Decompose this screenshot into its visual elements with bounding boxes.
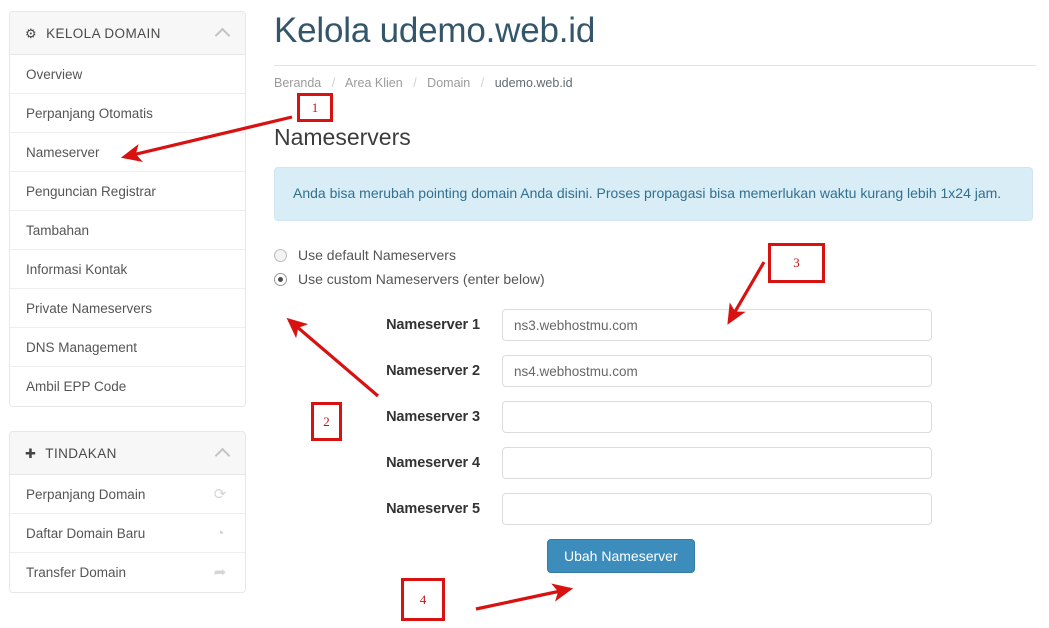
breadcrumb-separator: / bbox=[480, 75, 485, 90]
form-submit-row: Ubah Nameserver bbox=[274, 539, 1036, 574]
annotation-box-label: 4 bbox=[419, 591, 427, 607]
form-row-nameserver-3: Nameserver 3 bbox=[274, 401, 1036, 434]
sidebar-item-label: Nameserver bbox=[26, 144, 100, 160]
form-row-nameserver-4: Nameserver 4 bbox=[274, 447, 1036, 480]
input-nameserver-2[interactable] bbox=[502, 355, 932, 388]
panel-kelola-domain: ⚙ KELOLA DOMAIN Overview Perpanjang Otom… bbox=[9, 11, 246, 407]
form-row-nameserver-1: Nameserver 1 bbox=[274, 309, 1036, 342]
input-nameserver-4[interactable] bbox=[502, 447, 932, 480]
breadcrumb-separator: / bbox=[331, 75, 336, 90]
panel-tindakan: ✚ TINDAKAN Perpanjang Domain ⟳ Daftar Do… bbox=[9, 431, 246, 593]
input-nameserver-5[interactable] bbox=[502, 493, 932, 526]
sidebar-item-tambahan[interactable]: Tambahan bbox=[10, 211, 245, 250]
radio-label: Use custom Nameservers (enter below) bbox=[298, 271, 545, 288]
plus-icon: ✚ bbox=[25, 445, 37, 461]
sidebar-item-dns-management[interactable]: DNS Management bbox=[10, 328, 245, 367]
chevron-up-icon[interactable] bbox=[214, 27, 231, 43]
sidebar-item-private-nameservers[interactable]: Private Nameservers bbox=[10, 289, 245, 328]
form-row-nameserver-2: Nameserver 2 bbox=[274, 355, 1036, 388]
label-nameserver-1: Nameserver 1 bbox=[386, 317, 480, 334]
radio-use-default-nameservers[interactable]: Use default Nameservers bbox=[274, 247, 1036, 263]
breadcrumb-item-beranda[interactable]: Beranda bbox=[274, 76, 321, 90]
radio-label: Use default Nameservers bbox=[298, 247, 456, 264]
chevron-up-icon[interactable] bbox=[214, 447, 231, 463]
sidebar-item-label: Overview bbox=[26, 66, 83, 82]
breadcrumb-item-domain[interactable]: Domain bbox=[427, 76, 470, 90]
annotation-arrow-4 bbox=[475, 583, 574, 611]
sidebar-item-label: Perpanjang Otomatis bbox=[26, 105, 153, 121]
sidebar-item-label: Ambil EPP Code bbox=[26, 379, 127, 394]
info-alert: Anda bisa merubah pointing domain Anda d… bbox=[274, 166, 1033, 222]
label-nameserver-5: Nameserver 5 bbox=[386, 501, 480, 518]
sidebar-item-perpanjang-domain[interactable]: Perpanjang Domain ⟳ bbox=[10, 475, 245, 514]
sidebar-item-informasi-kontak[interactable]: Informasi Kontak bbox=[10, 250, 245, 289]
annotation-box-4: 4 bbox=[401, 578, 445, 621]
sidebar-item-label: Daftar Domain Baru bbox=[26, 525, 146, 541]
nameserver-form: Nameserver 1 Nameserver 2 Nameserver 3 N… bbox=[274, 309, 1036, 574]
panel-header-kelola-domain[interactable]: ⚙ KELOLA DOMAIN bbox=[10, 12, 245, 55]
input-nameserver-3[interactable] bbox=[502, 401, 932, 434]
form-row-nameserver-5: Nameserver 5 bbox=[274, 493, 1036, 526]
breadcrumb-item-area-klien[interactable]: Area Klien bbox=[345, 76, 403, 90]
share-arrow-icon: ➦ bbox=[213, 564, 227, 581]
input-nameserver-1[interactable] bbox=[502, 309, 932, 342]
sidebar: ⚙ KELOLA DOMAIN Overview Perpanjang Otom… bbox=[9, 11, 246, 617]
sidebar-item-penguncian-registrar[interactable]: Penguncian Registrar bbox=[10, 172, 245, 211]
sidebar-item-perpanjang-otomatis[interactable]: Perpanjang Otomatis bbox=[10, 94, 245, 133]
label-nameserver-2: Nameserver 2 bbox=[386, 363, 480, 380]
page-title: Kelola udemo.web.id bbox=[274, 11, 1036, 66]
page-root: ⚙ KELOLA DOMAIN Overview Perpanjang Otom… bbox=[0, 0, 1049, 628]
breadcrumb: Beranda / Area Klien / Domain / udemo.we… bbox=[274, 76, 1036, 90]
info-alert-text: Anda bisa merubah pointing domain Anda d… bbox=[293, 184, 1002, 201]
sidebar-item-nameserver[interactable]: Nameserver bbox=[10, 133, 245, 172]
sidebar-item-ambil-epp-code[interactable]: Ambil EPP Code bbox=[10, 367, 245, 406]
nameserver-mode-radio-group: Use default Nameservers Use custom Names… bbox=[274, 247, 1036, 287]
sidebar-item-overview[interactable]: Overview bbox=[10, 55, 245, 94]
sidebar-item-transfer-domain[interactable]: Transfer Domain ➦ bbox=[10, 553, 245, 592]
submit-spacer bbox=[274, 539, 502, 573]
sidebar-item-daftar-domain-baru[interactable]: Daftar Domain Baru ◔ bbox=[10, 514, 245, 553]
ubah-nameserver-button[interactable]: Ubah Nameserver bbox=[547, 539, 695, 574]
panel-title-tindakan: TINDAKAN bbox=[45, 445, 117, 461]
panel-header-tindakan[interactable]: ✚ TINDAKAN bbox=[10, 432, 245, 475]
section-title-nameservers: Nameservers bbox=[274, 123, 411, 150]
refresh-icon: ⟳ bbox=[213, 485, 227, 503]
breadcrumb-separator: / bbox=[413, 75, 417, 90]
main-content: Kelola udemo.web.id Beranda / Area Klien… bbox=[274, 0, 1036, 574]
label-nameserver-4: Nameserver 4 bbox=[386, 455, 480, 472]
sidebar-item-label: DNS Management bbox=[26, 339, 138, 355]
radio-button-unchecked-icon[interactable] bbox=[274, 248, 287, 262]
sidebar-item-label: Private Nameservers bbox=[26, 300, 153, 316]
sidebar-item-label: Perpanjang Domain bbox=[26, 486, 146, 502]
sidebar-item-label: Tambahan bbox=[26, 222, 90, 238]
sidebar-item-label: Transfer Domain bbox=[26, 565, 127, 580]
gear-icon: ⚙ bbox=[25, 25, 38, 41]
panel-title-kelola-domain: KELOLA DOMAIN bbox=[46, 25, 161, 41]
radio-button-checked-icon[interactable] bbox=[274, 272, 287, 286]
breadcrumb-item-current: udemo.web.id bbox=[494, 75, 573, 90]
radio-use-custom-nameservers[interactable]: Use custom Nameservers (enter below) bbox=[274, 271, 1036, 287]
sidebar-item-label: Penguncian Registrar bbox=[26, 183, 156, 199]
globe-icon: ◔ bbox=[215, 524, 225, 542]
sidebar-item-label: Informasi Kontak bbox=[26, 261, 128, 277]
label-nameserver-3: Nameserver 3 bbox=[386, 409, 480, 426]
